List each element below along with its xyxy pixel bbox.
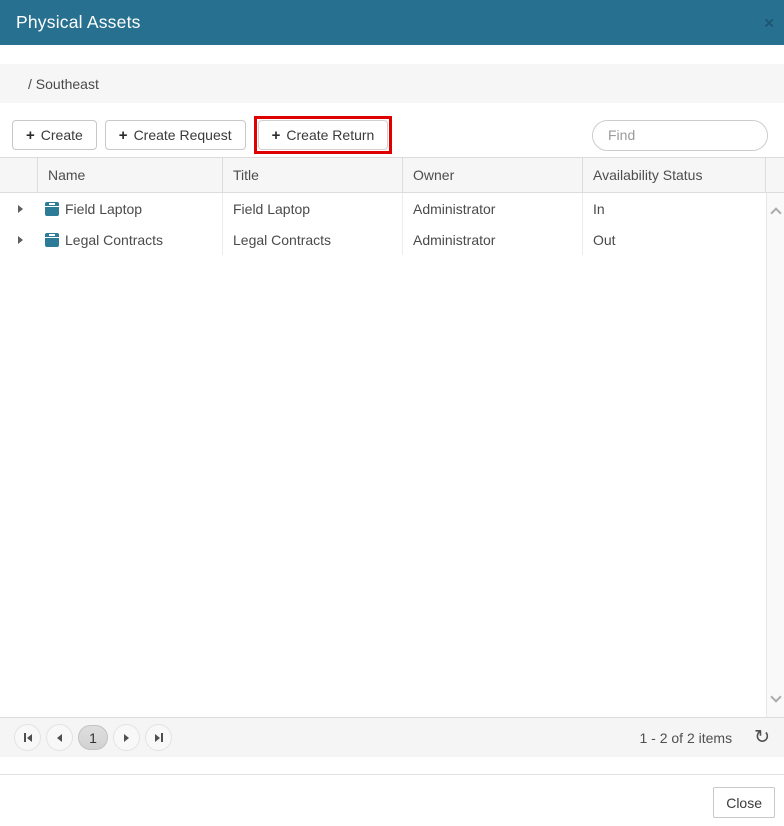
expand-arrow-icon[interactable]	[18, 205, 23, 213]
row-title-cell: Legal Contracts	[222, 224, 402, 255]
next-page-icon	[124, 734, 129, 742]
footer-divider	[0, 774, 784, 775]
next-page-button[interactable]	[113, 724, 140, 751]
asset-name: Field Laptop	[65, 201, 142, 217]
first-page-button[interactable]	[14, 724, 41, 751]
previous-page-icon	[57, 734, 62, 742]
assets-grid: Name Title Owner Availability Status Fie…	[0, 157, 784, 717]
create-request-button[interactable]: + Create Request	[105, 120, 246, 150]
row-owner-cell: Administrator	[402, 193, 582, 224]
table-row[interactable]: Field Laptop Field Laptop Administrator …	[0, 193, 784, 224]
asset-box-icon	[45, 233, 59, 247]
toolbar: + Create + Create Request + Create Retur…	[0, 117, 784, 153]
row-title-cell: Field Laptop	[222, 193, 402, 224]
pager-right: 1 - 2 of 2 items ↻	[639, 728, 770, 747]
header-filler	[765, 158, 784, 192]
scroll-up-icon[interactable]	[770, 207, 781, 218]
refresh-icon[interactable]: ↻	[754, 728, 770, 747]
find-input[interactable]	[592, 120, 768, 151]
row-owner-cell: Administrator	[402, 224, 582, 255]
breadcrumb[interactable]: / Southeast	[28, 76, 99, 92]
grid-body: Field Laptop Field Laptop Administrator …	[0, 193, 784, 717]
breadcrumb-bar: / Southeast	[0, 64, 784, 103]
previous-page-button[interactable]	[46, 724, 73, 751]
table-row[interactable]: Legal Contracts Legal Contracts Administ…	[0, 224, 784, 255]
last-page-icon	[155, 733, 163, 742]
plus-icon: +	[119, 127, 128, 144]
last-page-button[interactable]	[145, 724, 172, 751]
row-expand-cell	[0, 193, 37, 224]
create-return-highlight-box: + Create Return	[254, 116, 393, 154]
asset-box-icon	[45, 202, 59, 216]
dialog-title: Physical Assets	[16, 12, 141, 33]
create-button[interactable]: + Create	[12, 120, 97, 150]
header-expand-column	[0, 158, 37, 192]
plus-icon: +	[26, 127, 35, 144]
row-expand-cell	[0, 224, 37, 255]
close-icon[interactable]: ×	[758, 10, 780, 35]
dialog-titlebar: Physical Assets ×	[0, 0, 784, 45]
first-page-icon	[24, 733, 32, 742]
row-availability-cell: In	[582, 193, 765, 224]
grid-header-row: Name Title Owner Availability Status	[0, 158, 784, 193]
create-return-button[interactable]: + Create Return	[258, 120, 389, 150]
plus-icon: +	[272, 127, 281, 144]
expand-arrow-icon[interactable]	[18, 236, 23, 244]
header-availability-status[interactable]: Availability Status	[582, 158, 765, 192]
create-request-button-label: Create Request	[134, 127, 232, 143]
create-return-button-label: Create Return	[286, 127, 374, 143]
row-availability-cell: Out	[582, 224, 765, 255]
close-button[interactable]: Close	[713, 787, 775, 818]
create-button-label: Create	[41, 127, 83, 143]
header-owner[interactable]: Owner	[402, 158, 582, 192]
vertical-scrollbar[interactable]	[766, 193, 784, 717]
header-title[interactable]: Title	[222, 158, 402, 192]
find-wrap	[592, 120, 768, 151]
page-1-button[interactable]: 1	[78, 725, 108, 750]
asset-name: Legal Contracts	[65, 232, 163, 248]
row-name-cell: Legal Contracts	[37, 224, 222, 255]
pager-summary: 1 - 2 of 2 items	[639, 730, 732, 746]
physical-assets-dialog: Physical Assets × / Southeast + Create +…	[0, 0, 784, 826]
scroll-down-icon[interactable]	[770, 691, 781, 702]
row-name-cell: Field Laptop	[37, 193, 222, 224]
pager-bar: 1 1 - 2 of 2 items ↻	[0, 717, 784, 757]
header-name[interactable]: Name	[37, 158, 222, 192]
